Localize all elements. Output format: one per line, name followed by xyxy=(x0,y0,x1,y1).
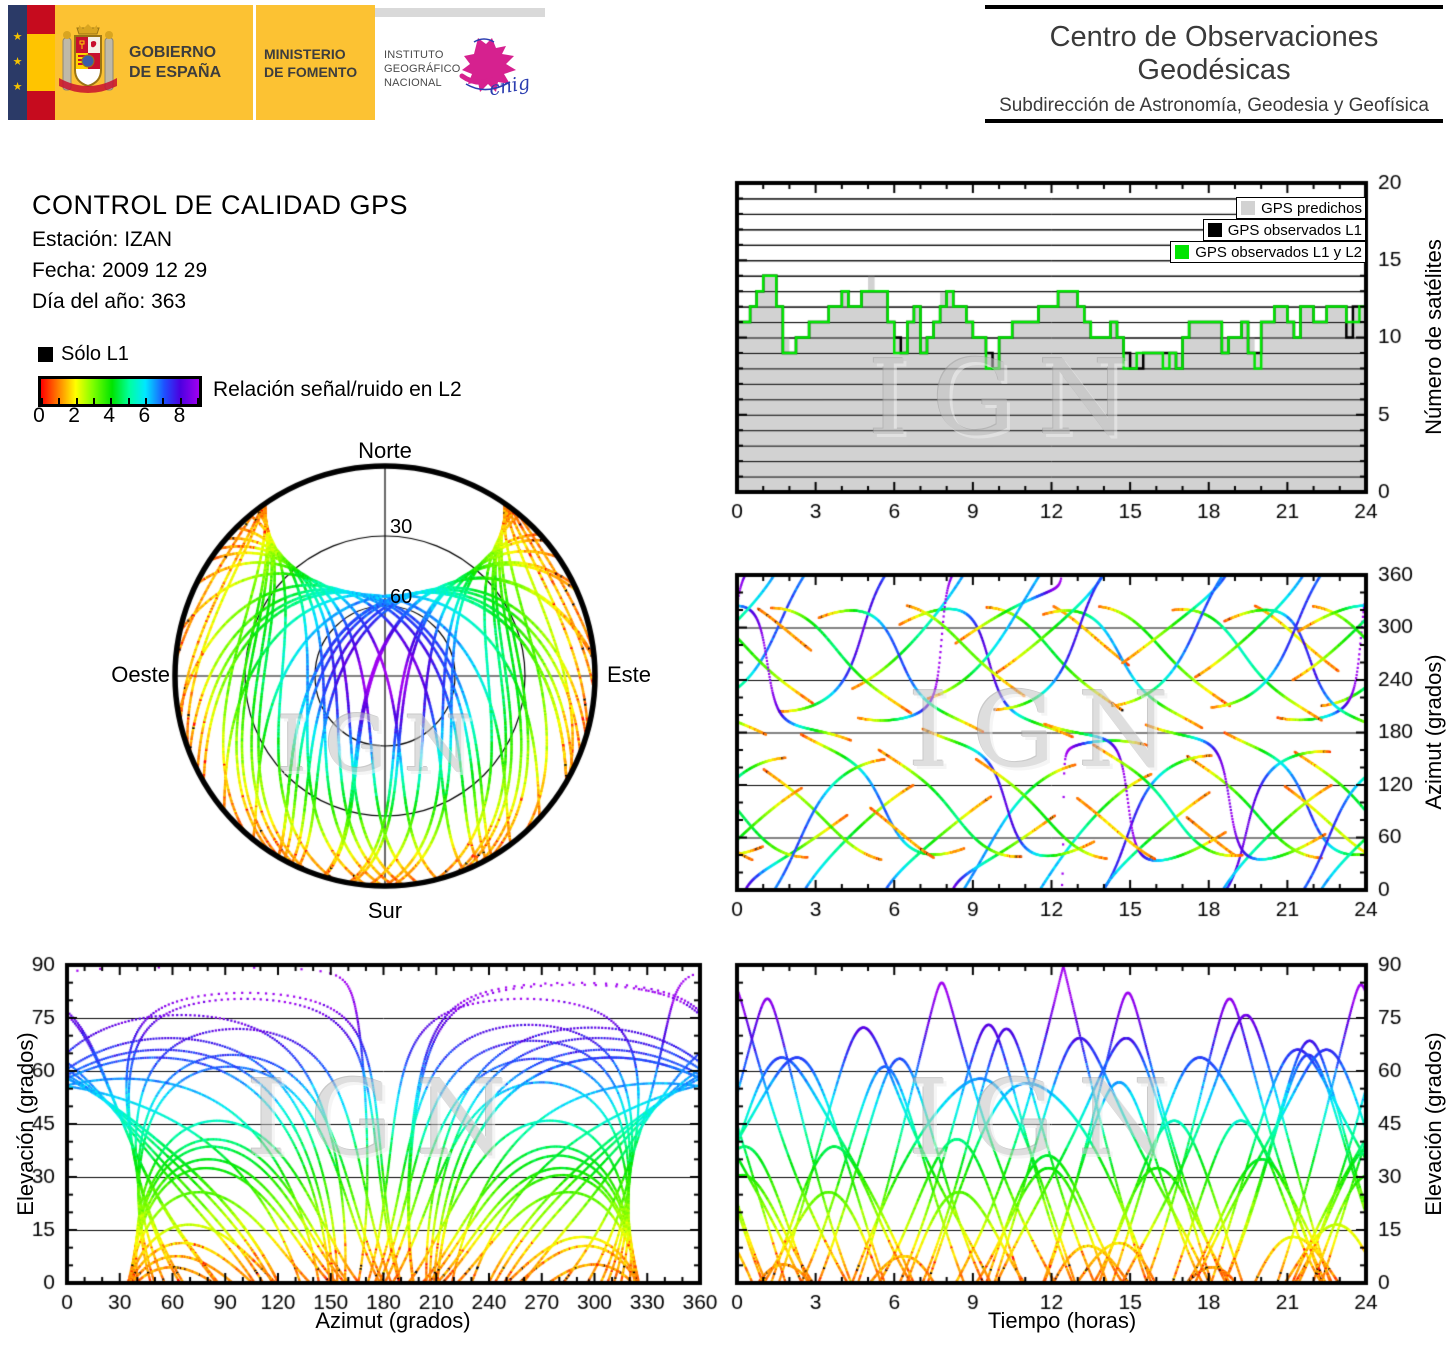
legend-label: GPS observados L1 y L2 xyxy=(1195,243,1362,261)
snr-colorbar-label: Relación señal/ruido en L2 xyxy=(213,378,462,401)
skyplot-ring-60-label: 60 xyxy=(390,586,413,608)
ign-watermark: IGN xyxy=(246,1057,530,1179)
gps-quality-report-page: { "logo_bar": { "gobierno": {"line1": "G… xyxy=(0,0,1447,1347)
ign-watermark: IGN xyxy=(868,337,1152,459)
skyplot-ring-30-label: 30 xyxy=(390,516,413,538)
gobierno-label: GOBIERNO DE ESPAÑA xyxy=(129,43,222,81)
time-x-axis-label: Tiempo (horas) xyxy=(987,1308,1137,1333)
spain-flag-column xyxy=(27,5,55,120)
header-subtitle: Subdirección de Astronomía, Geodesia y G… xyxy=(999,95,1429,116)
elevation-azimuth-chart-canvas xyxy=(0,945,720,1335)
azimuth-y-axis-label: Azimut (grados) xyxy=(1421,654,1446,810)
report-date: Fecha: 2009 12 29 xyxy=(32,259,208,282)
legend-gps-predichos: GPS predichos xyxy=(1236,197,1366,219)
star-icon: ★ xyxy=(12,31,23,43)
skyplot-south-label: Sur xyxy=(367,898,403,923)
colorbar-tick-label: 0 xyxy=(33,404,45,427)
elevation-time-chart-canvas xyxy=(695,945,1447,1335)
ministerio-logo-box: MINISTERIO DE FOMENTO xyxy=(256,5,375,120)
skyplot-north-label: Norte xyxy=(358,438,412,463)
green-swatch-icon xyxy=(1174,244,1191,260)
ign-watermark: IGN xyxy=(908,669,1192,791)
ministerio-label: MINISTERIO DE FOMENTO xyxy=(264,45,358,80)
flag-red-band xyxy=(27,5,55,34)
flag-yellow-band xyxy=(27,33,55,92)
star-icon: ★ xyxy=(12,81,23,93)
legend-label: GPS observados L1 xyxy=(1227,221,1362,239)
elevation-y-axis-label-right: Elevación (grados) xyxy=(1421,1032,1446,1216)
satellite-count-y-axis-label: Número de satélites xyxy=(1421,239,1446,435)
skyplot-east-label: Este xyxy=(607,662,652,687)
report-title: CONTROL DE CALIDAD GPS xyxy=(32,190,409,220)
header-title: Centro de Observaciones Geodésicas xyxy=(1049,21,1379,86)
black-swatch-icon xyxy=(1206,222,1223,238)
colorbar-tick-label: 4 xyxy=(103,404,116,427)
colorbar-tick-label: 2 xyxy=(68,404,80,427)
legend-gps-observados-l1: GPS observados L1 xyxy=(1202,219,1366,241)
ign-watermark: IGN xyxy=(908,1057,1192,1179)
report-day-of-year: Día del año: 363 xyxy=(32,290,187,313)
ign-watermark: IGN xyxy=(276,700,490,790)
azimuth-chart-canvas xyxy=(695,555,1447,935)
eu-stars-column: ★ ★ ★ xyxy=(8,5,27,120)
colorbar-tick-label: 6 xyxy=(138,404,151,427)
gobierno-logo-box: GOBIERNO DE ESPAÑA xyxy=(55,5,253,120)
skyplot-canvas xyxy=(150,432,625,927)
report-station: Estación: IZAN xyxy=(32,228,173,251)
skyplot-west-label: Oeste xyxy=(111,662,170,687)
flag-red-band xyxy=(27,91,55,120)
colorbar-tick-label: 8 xyxy=(173,404,186,427)
gray-swatch-icon xyxy=(1240,200,1257,216)
solo-l1-label: Sólo L1 xyxy=(61,343,129,365)
instituto-gray-bar xyxy=(375,8,545,17)
legend-gps-observados-l1-l2: GPS observados L1 y L2 xyxy=(1170,241,1366,263)
star-icon: ★ xyxy=(12,56,23,68)
coat-of-arms xyxy=(59,23,117,93)
snr-colorbar xyxy=(38,376,202,407)
elevation-y-axis-label-left: Elevación (grados) xyxy=(13,1032,38,1216)
azimuth-x-axis-label: Azimut (grados) xyxy=(315,1308,471,1333)
solo-l1-swatch xyxy=(38,347,53,362)
legend-label: GPS predichos xyxy=(1261,199,1362,217)
header-block: Centro de Observaciones Geodésicas Subdi… xyxy=(985,5,1443,123)
